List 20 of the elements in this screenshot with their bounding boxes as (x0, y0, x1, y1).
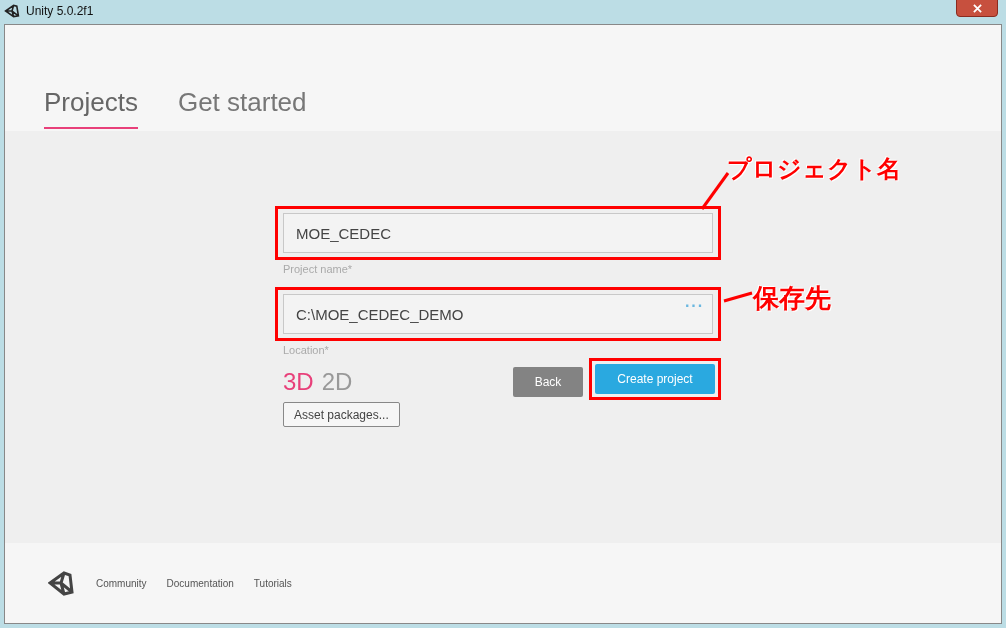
field-label: Location* (283, 344, 330, 356)
project-name-field[interactable]: MOE_CEDEC (283, 213, 713, 253)
mode-toggle[interactable]: 3D (283, 368, 314, 396)
footer-link[interactable]: Tutorials (253, 577, 292, 589)
unity-logo-icon (4, 3, 20, 19)
annotation-label: プロジェクト名 (727, 154, 901, 185)
window-title: Unity 5.0.2f1 (26, 4, 94, 18)
footer-link[interactable]: Community (96, 577, 147, 589)
leader-line (723, 291, 753, 303)
back-button[interactable]: Back (513, 367, 583, 397)
footer-link[interactable]: Documentation (166, 577, 234, 589)
close-button[interactable] (956, 0, 998, 17)
tab[interactable]: Projects (44, 87, 138, 129)
close-icon (972, 3, 982, 13)
unity-logo-icon (48, 570, 74, 596)
create-project-button[interactable]: Create project (595, 364, 715, 394)
tab[interactable]: Get started (177, 87, 307, 129)
asset-packages-button[interactable]: Asset packages... (283, 402, 400, 427)
annotation-label: 保存先 (753, 282, 831, 315)
field-label: Project name* (283, 263, 354, 275)
